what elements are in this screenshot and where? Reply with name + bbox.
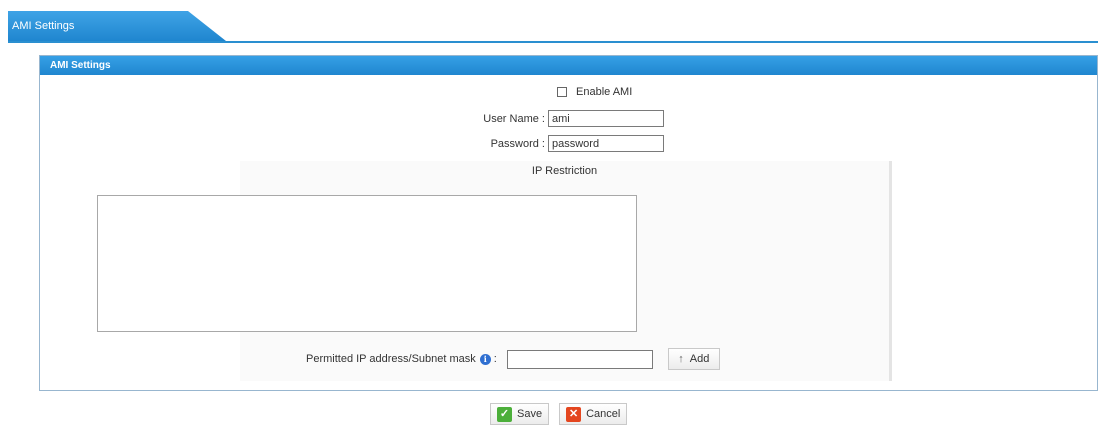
username-row: User Name : xyxy=(440,110,664,127)
add-button-label: Add xyxy=(689,353,710,365)
username-input[interactable] xyxy=(548,110,664,127)
enable-ami-label: Enable AMI xyxy=(576,86,633,98)
add-button[interactable]: ↑ Add xyxy=(667,348,720,370)
save-icon: ✓ xyxy=(497,406,512,422)
password-input[interactable] xyxy=(548,135,664,152)
ami-settings-panel: AMI Settings Enable AMI User Name : Pass… xyxy=(39,55,1098,391)
ip-restriction-title: IP Restriction xyxy=(531,165,598,177)
ip-restriction-list[interactable] xyxy=(97,195,637,332)
permitted-ip-label: Permitted IP address/Subnet mask xyxy=(306,353,476,365)
footer-actions: ✓ Save ✕ Cancel xyxy=(490,403,628,425)
permitted-ip-row: Permitted IP address/Subnet mask i : ↑ A… xyxy=(306,348,720,370)
cancel-icon: ✕ xyxy=(566,406,582,422)
enable-ami-checkbox[interactable] xyxy=(557,87,567,97)
cancel-button[interactable]: ✕ Cancel xyxy=(559,403,628,425)
permitted-ip-input[interactable] xyxy=(506,349,653,369)
up-arrow-icon: ↑ xyxy=(678,353,684,365)
tab-bar: AMI Settings xyxy=(8,11,1098,43)
panel-title: AMI Settings xyxy=(40,56,1097,75)
tab-ami-settings[interactable]: AMI Settings xyxy=(8,11,226,41)
cancel-label: Cancel xyxy=(586,408,621,420)
enable-ami-row: Enable AMI xyxy=(557,86,632,98)
username-label: User Name : xyxy=(483,112,545,125)
password-label: Password : xyxy=(490,137,545,150)
info-icon[interactable]: i xyxy=(479,353,491,365)
save-label: Save xyxy=(517,408,543,420)
save-button[interactable]: ✓ Save xyxy=(490,403,550,425)
permitted-ip-colon: : xyxy=(493,353,497,365)
password-row: Password : xyxy=(440,135,664,152)
